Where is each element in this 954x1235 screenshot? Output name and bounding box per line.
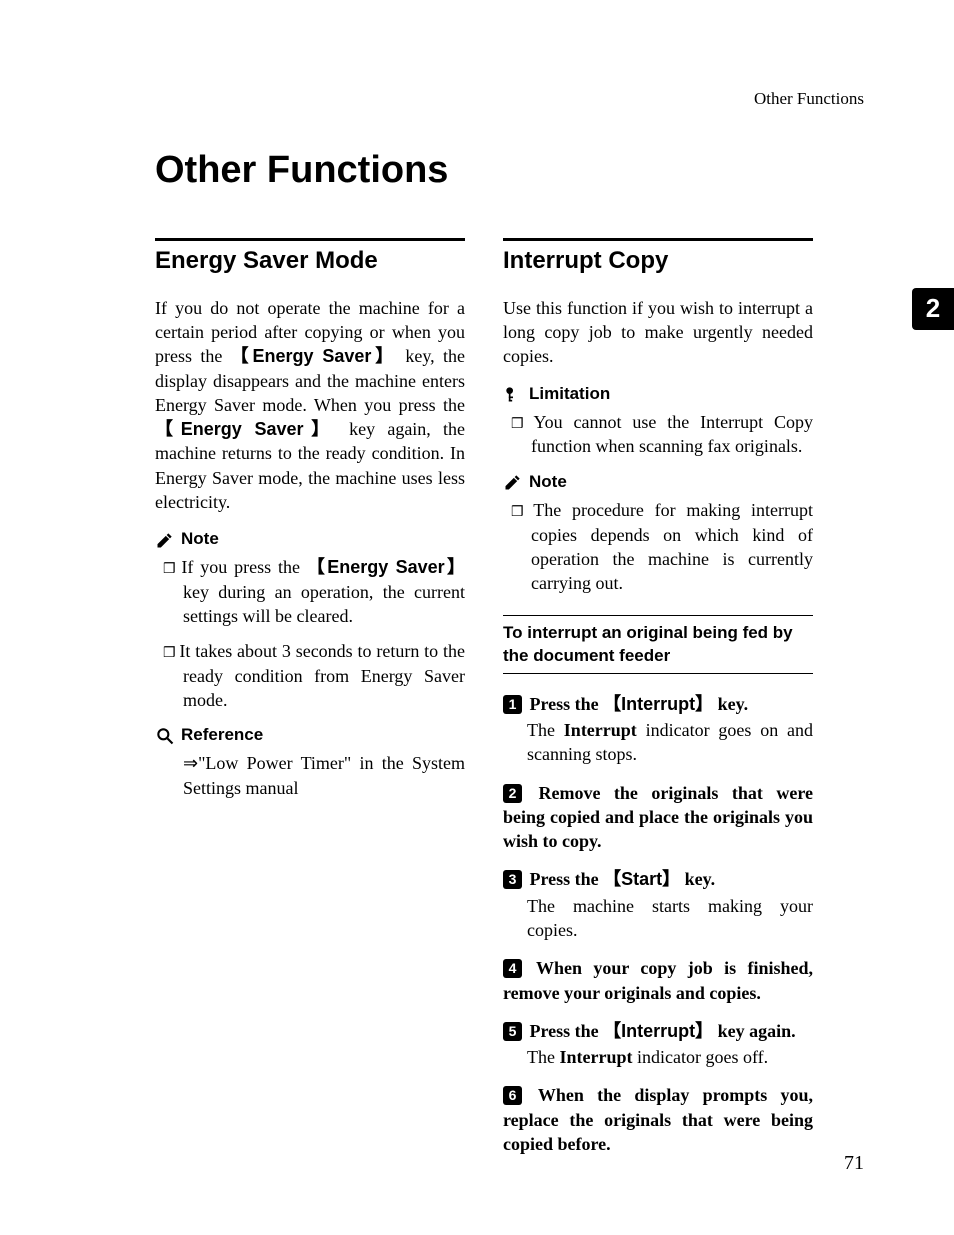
manual-page: Other Functions 2 Other Functions Energy…: [0, 0, 954, 1235]
two-column-layout: Energy Saver Mode If you do not operate …: [155, 238, 864, 1170]
page-number: 71: [844, 1150, 864, 1177]
limitation-label: Limitation: [529, 383, 610, 406]
right-column: Interrupt Copy Use this function if you …: [503, 238, 813, 1170]
reference-heading: Reference: [155, 724, 465, 747]
step-number-icon: 5: [503, 1022, 522, 1041]
note-item: It takes about 3 seconds to return to th…: [155, 639, 465, 712]
page-title: Other Functions: [155, 145, 864, 196]
step-body: The Interrupt indicator goes off.: [503, 1045, 813, 1069]
reference-body: ⇒"Low Power Timer" in the System Setting…: [155, 751, 465, 800]
note-list: If you press the 【Energy Saver】 key duri…: [155, 555, 465, 712]
reference-label: Reference: [181, 724, 263, 747]
interrupt-intro: Use this function if you wish to interru…: [503, 296, 813, 369]
left-column: Energy Saver Mode If you do not operate …: [155, 238, 465, 1170]
magnifier-icon: [155, 726, 175, 746]
text: The: [527, 720, 564, 740]
keycap-energy-saver: Energy Saver: [181, 419, 304, 439]
text: indicator goes off.: [632, 1047, 768, 1067]
step: 2 Remove the originals that were being c…: [503, 781, 813, 854]
step: 5 Press the 【Interrupt】 key again. The I…: [503, 1019, 813, 1070]
text: key.: [713, 694, 748, 714]
note-label: Note: [529, 471, 567, 494]
keycap-interrupt: Interrupt: [621, 1021, 695, 1041]
keycap-energy-saver: Energy Saver: [252, 346, 371, 366]
step-number-icon: 3: [503, 870, 522, 889]
step-number-icon: 1: [503, 695, 522, 714]
note-heading: Note: [503, 471, 813, 494]
key-icon: [503, 384, 523, 404]
bold-text: Interrupt: [564, 720, 637, 740]
note-label: Note: [181, 528, 219, 551]
section-title-interrupt-copy: Interrupt Copy: [503, 245, 813, 277]
text: key.: [680, 869, 715, 889]
text: When the display prompts you, replace th…: [503, 1085, 813, 1154]
pencil-icon: [503, 472, 523, 492]
step-list: 1 Press the 【Interrupt】 key. The Interru…: [503, 692, 813, 1157]
pencil-icon: [155, 530, 175, 550]
bold-text: Interrupt: [559, 1047, 632, 1067]
step-number-icon: 6: [503, 1086, 522, 1105]
keycap-start: Start: [621, 869, 662, 889]
text: Remove the originals that were being cop…: [503, 783, 813, 852]
keycap-interrupt: Interrupt: [621, 694, 695, 714]
text: key again.: [713, 1021, 796, 1041]
text: When your copy job is finished, remove y…: [503, 958, 813, 1002]
step-number-icon: 4: [503, 959, 522, 978]
section-rule: [503, 238, 813, 241]
text: key during an operation, the current set…: [183, 582, 465, 626]
note-list: The procedure for making interrupt copie…: [503, 498, 813, 596]
note-item: If you press the 【Energy Saver】 key duri…: [155, 555, 465, 628]
limitation-item: You cannot use the Interrupt Copy functi…: [503, 410, 813, 459]
step-body: The Interrupt indicator goes on and scan…: [503, 718, 813, 767]
text: Press the: [530, 1021, 604, 1041]
step-body: The machine starts making your copies.: [503, 894, 813, 943]
step: 4 When your copy job is finished, remove…: [503, 956, 813, 1005]
note-item: The procedure for making interrupt copie…: [503, 498, 813, 596]
text: If you press the: [181, 557, 306, 577]
step: 6 When the display prompts you, replace …: [503, 1083, 813, 1156]
energy-saver-intro: If you do not operate the machine for a …: [155, 296, 465, 515]
step: 3 Press the 【Start】 key. The machine sta…: [503, 867, 813, 942]
section-title-energy-saver: Energy Saver Mode: [155, 245, 465, 277]
text: Press the: [530, 694, 604, 714]
limitation-heading: Limitation: [503, 383, 813, 406]
keycap-energy-saver: Energy Saver: [327, 557, 444, 577]
section-rule: [155, 238, 465, 241]
subsection-title: To interrupt an original being fed by th…: [503, 615, 813, 673]
chapter-tab: 2: [912, 288, 954, 330]
text: The: [527, 1047, 559, 1067]
limitation-list: You cannot use the Interrupt Copy functi…: [503, 410, 813, 459]
running-header: Other Functions: [754, 88, 864, 111]
step-number-icon: 2: [503, 784, 522, 803]
note-heading: Note: [155, 528, 465, 551]
step: 1 Press the 【Interrupt】 key. The Interru…: [503, 692, 813, 767]
text: Press the: [530, 869, 604, 889]
